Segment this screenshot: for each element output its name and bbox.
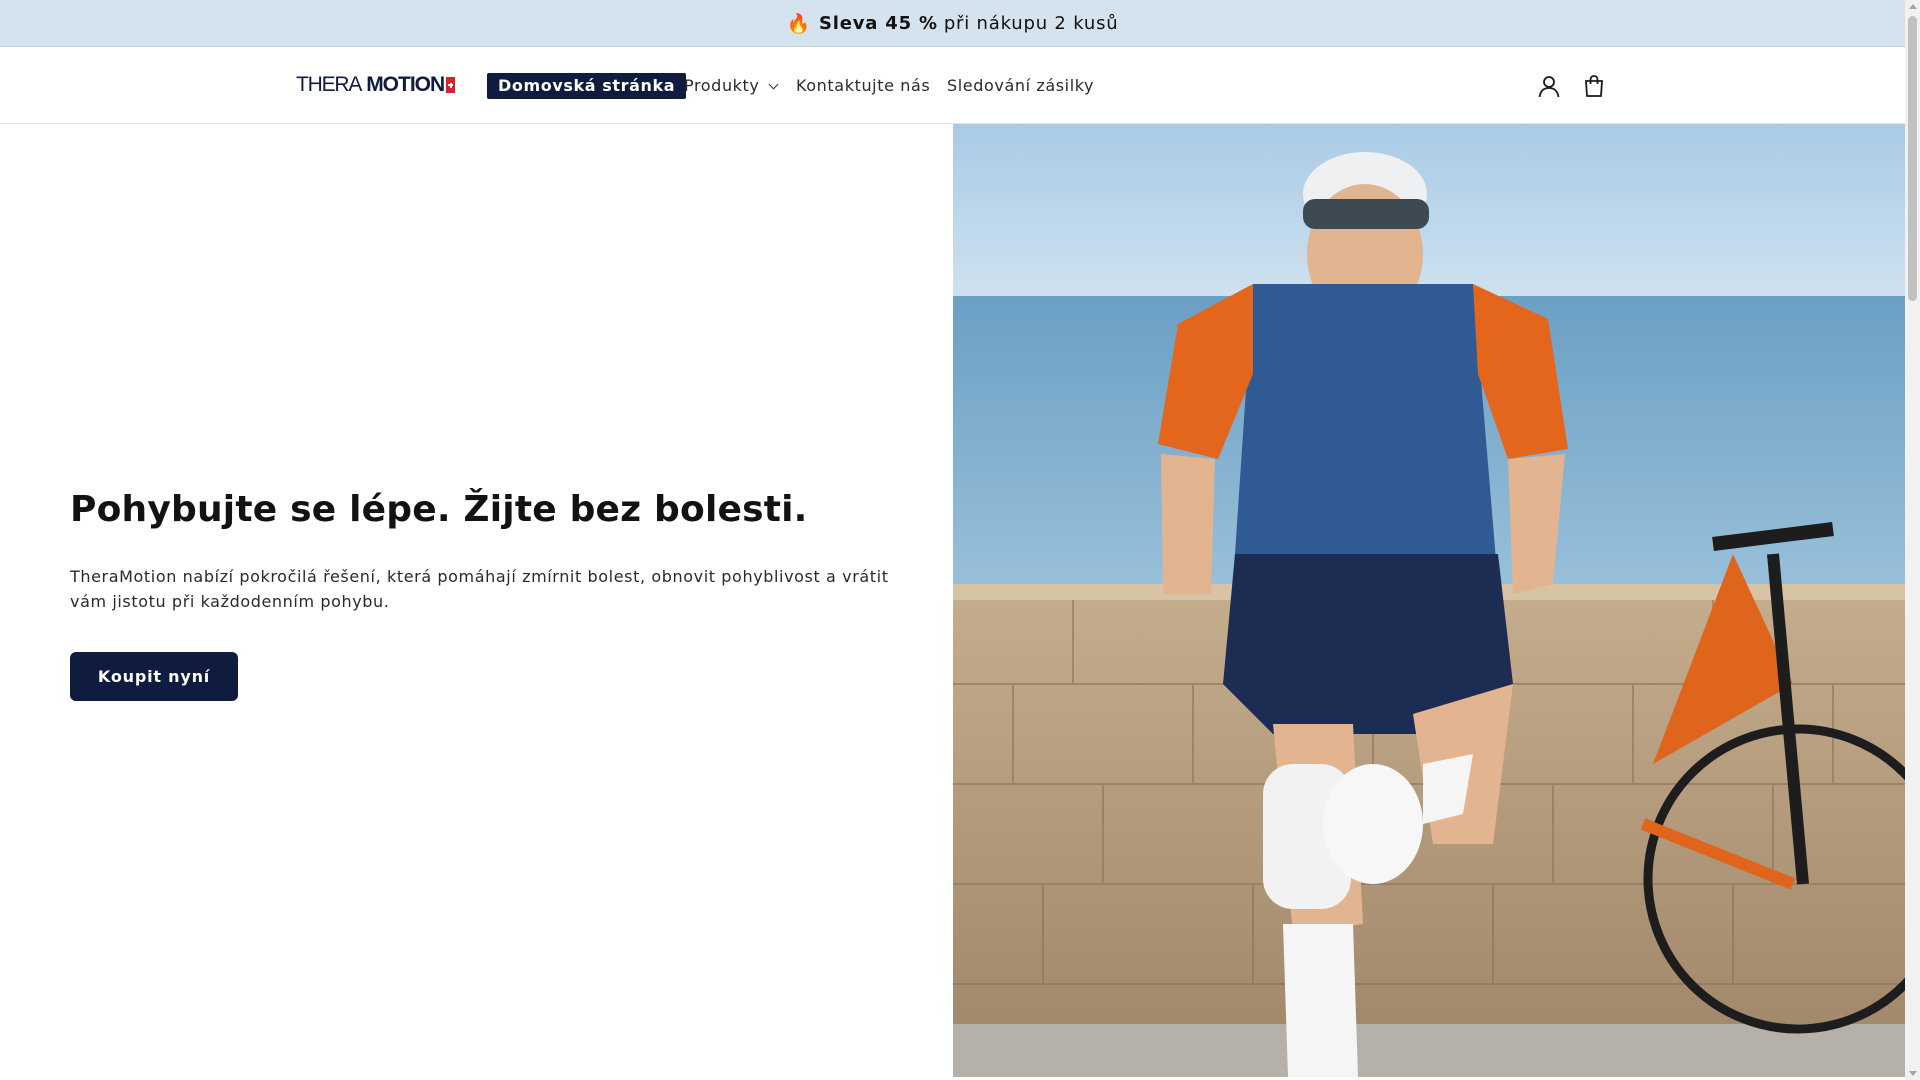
shop-now-button[interactable]: Koupit nyní [70,652,238,701]
nav-contact[interactable]: Kontaktujte nás [796,73,930,99]
hero-subtitle: TheraMotion nabízí pokročilá řešení, kte… [70,567,889,611]
nav-home[interactable]: Domovská stránka [487,73,687,99]
scroll-down-arrow-icon[interactable] [1909,1071,1917,1076]
logo-text-motion: MOTION [366,73,445,96]
chevron-down-icon [768,79,778,90]
announcement-bar: 🔥 Sleva 45 % při nákupu 2 kusů [0,0,1905,47]
nav-products[interactable]: Produkty [684,73,778,99]
announcement-text: při nákupu 2 kusů [943,12,1119,34]
site-header: THERA MOTION Domovská stránka Produkty K… [0,47,1905,124]
nav-products-label: Produkty [684,76,760,95]
scrollbar[interactable] [1905,0,1920,1080]
hero-text-section: Pohybujte se lépe. Žijte bez bolesti. Th… [70,124,950,1080]
announcement-discount: Sleva 45 % [818,12,938,34]
hero-image [953,124,1905,1077]
nav-tracking[interactable]: Sledování zásilky [947,73,1094,99]
swiss-flag-icon [446,77,456,93]
scroll-thumb[interactable] [1908,16,1917,301]
scroll-up-arrow-icon[interactable] [1909,4,1917,9]
logo[interactable]: THERA MOTION [296,73,456,97]
cart-icon[interactable] [1581,73,1607,99]
account-icon[interactable] [1536,73,1562,99]
logo-text-thera: THERA [296,73,362,96]
hero-title: Pohybujte se lépe. Žijte bez bolesti. [70,489,808,530]
fire-icon: 🔥 [786,12,811,35]
